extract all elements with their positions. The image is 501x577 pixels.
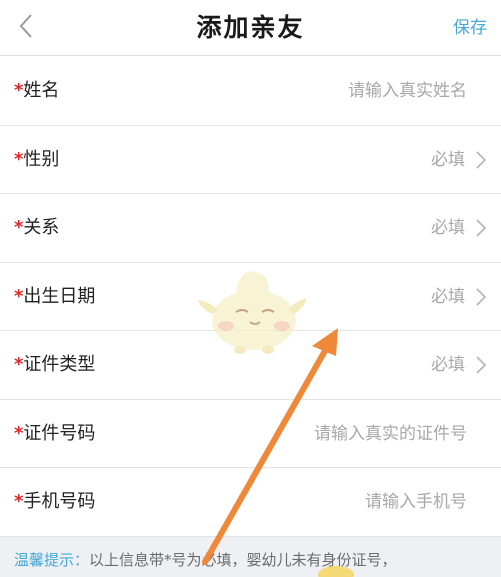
birthdate-select[interactable]: 必填 — [431, 263, 465, 331]
required-mark: * — [14, 217, 24, 238]
id-type-select[interactable]: 必填 — [431, 331, 465, 399]
required-mark: * — [14, 491, 24, 512]
required-mark: * — [14, 148, 24, 170]
chevron-right-icon — [476, 219, 487, 237]
relation-select[interactable]: 必填 — [431, 194, 465, 262]
relation-label: 关系 — [23, 217, 60, 238]
save-button[interactable]: 保存 — [453, 0, 487, 56]
birthdate-label: 出生日期 — [23, 285, 96, 307]
page-title: 添加亲友 — [196, 13, 305, 42]
required-mark: * — [14, 422, 24, 444]
tip-text: 以上信息带*号为必填，婴幼儿未有身份证号， — [89, 551, 397, 569]
id-number-label: 证件号码 — [23, 422, 96, 444]
id-number-input[interactable]: 请输入真实的证件号 — [314, 400, 467, 468]
mascot-watermark-icon — [198, 271, 306, 354]
id-number-row[interactable]: *证件号码 请输入真实的证件号 — [0, 399, 501, 468]
top-bar: 添加亲友 保存 — [0, 0, 501, 56]
gender-label: 性别 — [23, 148, 60, 170]
gender-select[interactable]: 必填 — [431, 126, 465, 194]
phone-input[interactable]: 请输入手机号 — [365, 468, 467, 536]
required-mark: * — [14, 80, 24, 101]
tip-lead: 温馨提示： — [14, 551, 90, 569]
name-input[interactable]: 请输入真实姓名 — [348, 57, 467, 125]
name-row[interactable]: *姓名 请输入真实姓名 — [0, 57, 501, 126]
chevron-right-icon — [476, 287, 487, 306]
phone-row[interactable]: *手机号码 请输入手机号 — [0, 468, 501, 537]
id-type-label: 证件类型 — [23, 354, 96, 375]
tip-banner: 温馨提示：以上信息带*号为必填，婴幼儿未有身份证号， — [0, 537, 501, 577]
relation-row[interactable]: *关系 必填 — [0, 194, 501, 263]
name-label: 姓名 — [23, 80, 60, 101]
phone-label: 手机号码 — [23, 491, 96, 512]
gender-row[interactable]: *性别 必填 — [0, 125, 501, 194]
chevron-right-icon — [476, 150, 487, 169]
required-mark: * — [14, 354, 24, 375]
required-mark: * — [14, 285, 24, 307]
emoji-fragment-icon — [318, 566, 354, 577]
chevron-right-icon — [476, 356, 487, 374]
